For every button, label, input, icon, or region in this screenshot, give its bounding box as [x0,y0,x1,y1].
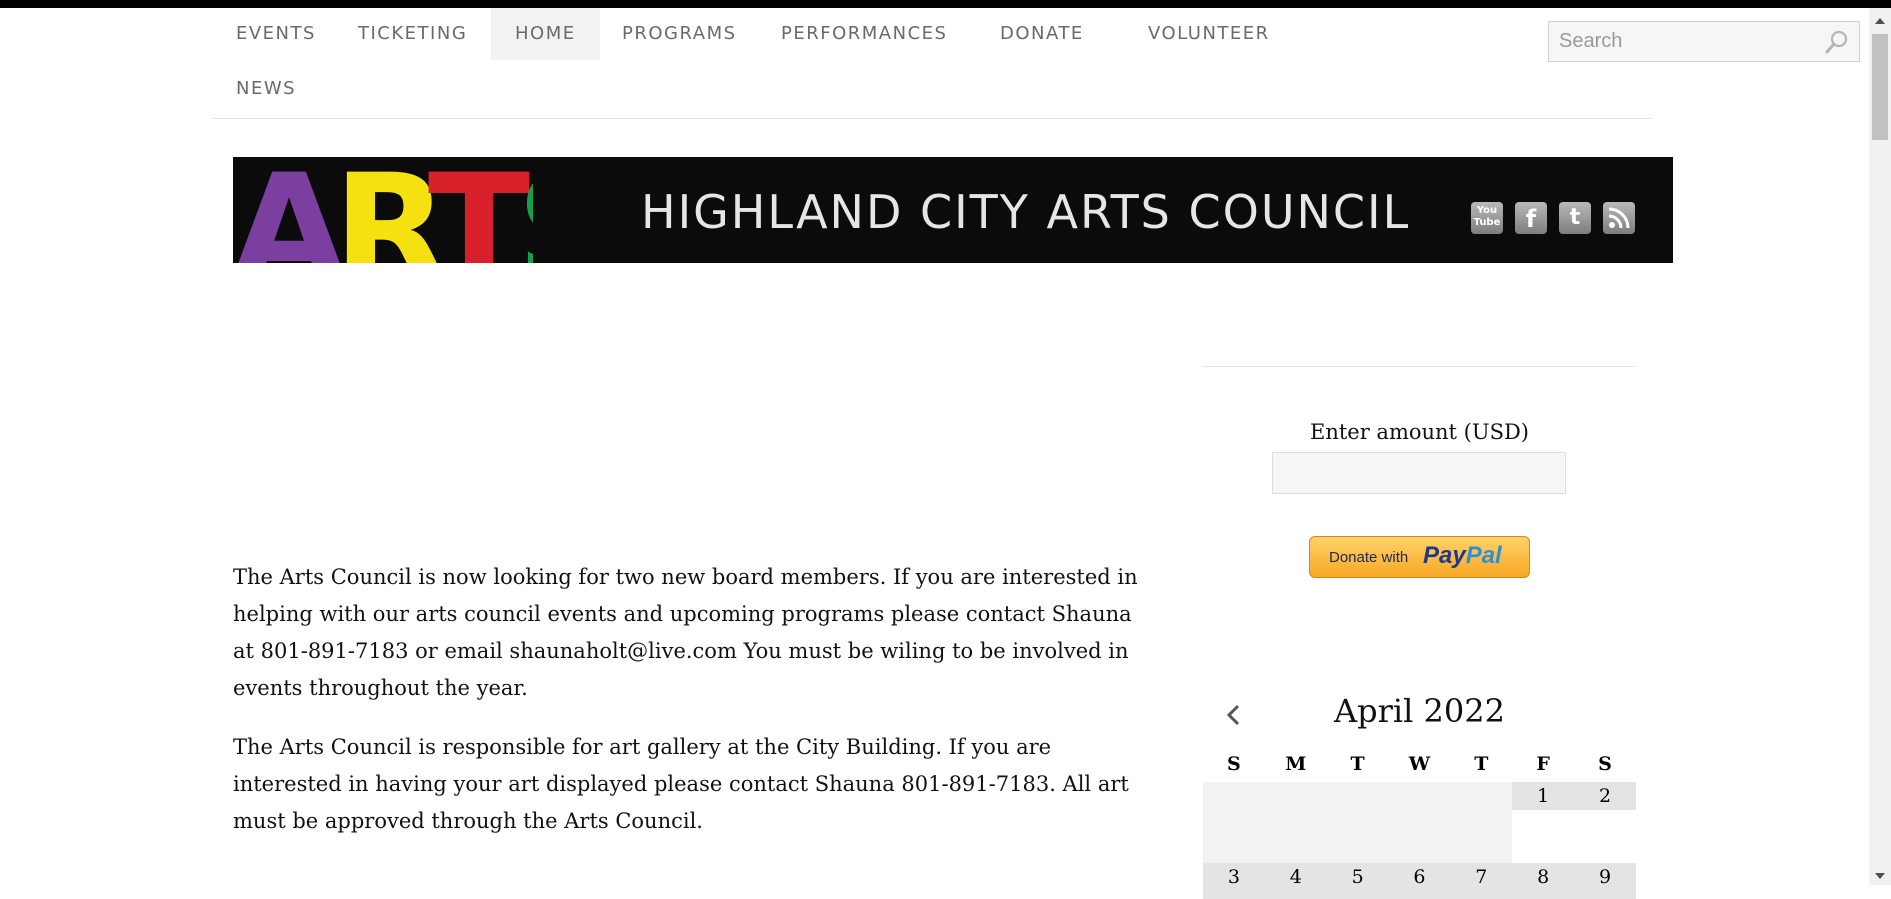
youtube-icon-label-line1: You [1476,205,1498,216]
calendar-day[interactable]: 1 [1512,782,1575,810]
nav-item-ticketing[interactable]: TICKETING [334,8,491,60]
donation-amount-input[interactable] [1272,452,1566,494]
search-box [1548,21,1860,62]
search-input[interactable] [1549,22,1829,61]
nav-item-performances[interactable]: PERFORMANCES [757,8,971,60]
paypal-donate-button[interactable]: Donate with PayPal [1309,536,1530,578]
calendar-empty-cell [1450,782,1513,863]
calendar-day[interactable]: 9 [1574,863,1636,899]
calendar-day[interactable]: 8 [1512,863,1575,899]
art-gallery-paragraph: The Arts Council is responsible for art … [233,735,1129,833]
main-nav: EVENTS TICKETING HOME PROGRAMS PERFORMAN… [212,8,1860,119]
nav-item-programs[interactable]: PROGRAMS [598,8,761,60]
weekday-label: S [1598,753,1612,775]
rss-icon[interactable] [1603,202,1635,234]
scroll-up-arrow-icon[interactable] [1875,18,1885,24]
weekday-label: F [1536,753,1550,775]
calendar-day[interactable]: 5 [1326,863,1389,899]
youtube-icon[interactable]: You Tube [1471,202,1503,234]
nav-item-donate[interactable]: DONATE [976,8,1108,60]
scroll-down-arrow-icon[interactable] [1875,873,1885,879]
calendar-week: 1 2 [1203,782,1636,863]
calendar-day[interactable]: 6 [1388,863,1451,899]
weekday-label: M [1285,753,1307,775]
paypal-logo-pal: Pal [1465,542,1502,569]
twitter-icon[interactable]: t [1559,202,1591,234]
svg-text:ARTS: ARTS [233,157,533,263]
calendar-month-title: April 2022 [1334,692,1505,730]
board-members-paragraph: The Arts Council is now looking for two … [233,565,1138,700]
nav-item-news[interactable]: NEWS [212,63,320,115]
sidebar-divider [1203,366,1636,367]
calendar-empty-cell [1388,782,1451,863]
paypal-logo: PayPal [1423,542,1502,570]
calendar-day-cell: 1 [1512,782,1575,863]
paypal-donate-prefix: Donate with [1329,549,1409,566]
nav-item-events[interactable]: EVENTS [212,8,340,60]
paypal-logo-pay: Pay [1423,542,1466,569]
weekday-label: T [1350,753,1365,775]
youtube-icon-label-line2: Tube [1473,217,1501,228]
calendar-week: 3 4 5 6 7 8 9 [1203,863,1636,899]
facebook-icon[interactable]: f [1515,202,1547,234]
nav-item-volunteer[interactable]: VOLUNTEER [1124,8,1294,60]
weekday-label: W [1408,753,1431,775]
scrollbar-thumb[interactable] [1872,34,1888,140]
calendar-day-cell: 2 [1574,782,1636,863]
page-scrollbar[interactable] [1869,8,1891,885]
nav-item-home[interactable]: HOME [491,8,600,60]
arts-logo[interactable]: ARTS [233,157,533,263]
site-title: HIGHLAND CITY ARTS COUNCIL [641,185,1411,239]
weekday-label: S [1227,753,1241,775]
calendar-empty-cell [1326,782,1389,863]
calendar-empty-cell [1264,782,1327,863]
calendar-empty-cell [1203,782,1265,863]
main-content: The Arts Council is now looking for two … [233,559,1153,862]
calendar-day[interactable]: 4 [1264,863,1327,899]
calendar-weekday-header: S M T W T F S [1203,746,1636,782]
calendar-grid: S M T W T F S 1 2 3 4 5 6 7 8 9 [1203,746,1636,899]
donation-amount-label: Enter amount (USD) [1310,420,1529,444]
site-banner: ARTS HIGHLAND CITY ARTS COUNCIL You Tube… [233,157,1673,263]
calendar-day[interactable]: 2 [1574,782,1636,810]
calendar-day[interactable]: 3 [1203,863,1265,899]
weekday-label: T [1474,753,1489,775]
search-icon[interactable] [1825,30,1849,54]
top-border [0,0,1891,8]
calendar-day[interactable]: 7 [1450,863,1513,899]
